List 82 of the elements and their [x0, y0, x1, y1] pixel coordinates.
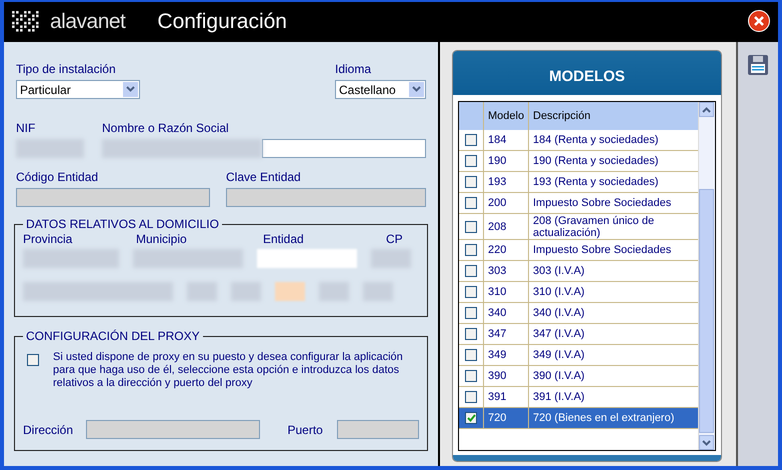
table-cell: 310 — [483, 282, 528, 302]
field-label: Tipo de instalación — [16, 62, 117, 76]
table-row[interactable]: 349 349 (I.V.A) — [459, 345, 698, 366]
checkbox[interactable] — [27, 354, 39, 366]
table-cell: 391 — [483, 387, 528, 407]
field-label: Entidad — [263, 232, 305, 246]
close-icon — [754, 16, 764, 26]
checkbox[interactable] — [465, 155, 477, 167]
table-cell: 390 — [483, 366, 528, 386]
table-cell: 340 — [483, 303, 528, 323]
entity-field[interactable] — [257, 249, 357, 268]
field-label: Municipio — [136, 232, 188, 246]
table-cell: 190 — [483, 151, 528, 171]
field-label: Puerto — [288, 422, 324, 436]
up-caret-icon — [702, 106, 711, 112]
logo-text: alavanet — [50, 10, 126, 34]
field-label: Clave Entidad — [226, 170, 302, 184]
checkbox[interactable] — [465, 286, 477, 298]
checkbox[interactable] — [465, 197, 477, 209]
table-cell: 720 — [483, 408, 528, 428]
table-cell: 303 — [483, 261, 528, 281]
field-label: CP — [386, 232, 404, 246]
table-row[interactable]: 193 193 (Renta y sociedades) — [459, 172, 698, 193]
checkbox[interactable] — [465, 220, 477, 232]
checkbox[interactable] — [465, 328, 477, 340]
table-cell: 220 — [483, 240, 528, 260]
scroll-up-button[interactable] — [699, 102, 714, 117]
close-button[interactable] — [748, 10, 770, 32]
table-row[interactable]: 184 184 (Renta y sociedades) — [459, 130, 698, 151]
table-row[interactable]: 390 390 (I.V.A) — [459, 366, 698, 387]
table-cell: 184 — [483, 130, 528, 150]
proxy-address-field[interactable] — [86, 420, 260, 439]
scrollbar[interactable] — [698, 102, 715, 450]
checkbox[interactable] — [465, 134, 477, 146]
blurred-field — [275, 282, 305, 301]
checkbox[interactable] — [465, 176, 477, 188]
table-cell: 208 — [483, 214, 528, 239]
field-label: Idioma — [335, 62, 372, 76]
checkbox[interactable] — [465, 244, 477, 256]
checkbox[interactable] — [465, 307, 477, 319]
window-title: Configuración — [157, 10, 287, 34]
table-cell: 193 — [483, 172, 528, 192]
table-row[interactable]: 347 347 (I.V.A) — [459, 324, 698, 345]
caret-icon — [409, 82, 424, 97]
field-label: Provincia — [23, 232, 74, 246]
table-row[interactable]: 220 Impuesto Sobre Sociedades — [459, 240, 698, 261]
language-select[interactable]: Castellano — [335, 80, 426, 99]
save-icon[interactable] — [747, 54, 769, 76]
field-label: NIF — [16, 121, 36, 135]
table-row[interactable]: 391 391 (I.V.A) — [459, 387, 698, 408]
table-row[interactable]: 720 720 (Bienes en el extranjero) — [459, 408, 698, 429]
table-cell: 349 — [483, 345, 528, 365]
down-caret-icon — [702, 440, 711, 446]
table-cell: 347 — [483, 324, 528, 344]
checkbox[interactable] — [465, 265, 477, 277]
scroll-thumb[interactable] — [699, 189, 714, 433]
scroll-down-button[interactable] — [699, 435, 714, 450]
table-row[interactable]: 208 208 (Gravamen único de actualización) — [459, 214, 698, 240]
section-legend: DATOS RELATIVOS AL DOMICILIO — [23, 217, 222, 231]
table-row[interactable]: 310 310 (I.V.A) — [459, 282, 698, 303]
panel-title: MODELOS — [453, 51, 721, 95]
name-field[interactable] — [262, 139, 426, 158]
entity-code-field[interactable] — [16, 188, 210, 207]
entity-key-field[interactable] — [226, 188, 426, 207]
proxy-description: Si usted dispone de proxy en su puesto y desea configurar la aplicación para que haga uso de él, seleccione esta opción e introduzca los datos relativos a la dirección y puerto del proxy — [53, 351, 404, 390]
table-row[interactable]: 303 303 (I.V.A) — [459, 261, 698, 282]
table-row[interactable]: 340 340 (I.V.A) — [459, 303, 698, 324]
proxy-port-field[interactable] — [336, 420, 420, 439]
checkbox[interactable] — [465, 412, 477, 424]
checkbox[interactable] — [465, 391, 477, 403]
field-label: Código Entidad — [16, 170, 100, 184]
section-legend: CONFIGURACIÓN DEL PROXY — [23, 329, 203, 343]
install-type-select[interactable]: Particular — [16, 80, 140, 99]
checkbox[interactable] — [465, 349, 477, 361]
caret-icon — [123, 82, 138, 97]
logo-icon — [12, 11, 40, 33]
checkbox[interactable] — [465, 370, 477, 382]
field-label: Dirección — [23, 422, 74, 436]
table-row[interactable]: 200 Impuesto Sobre Sociedades — [459, 193, 698, 214]
field-label: Nombre o Razón Social — [102, 121, 230, 135]
table-cell: 200 — [483, 193, 528, 213]
table-row[interactable]: 190 190 (Renta y sociedades) — [459, 151, 698, 172]
